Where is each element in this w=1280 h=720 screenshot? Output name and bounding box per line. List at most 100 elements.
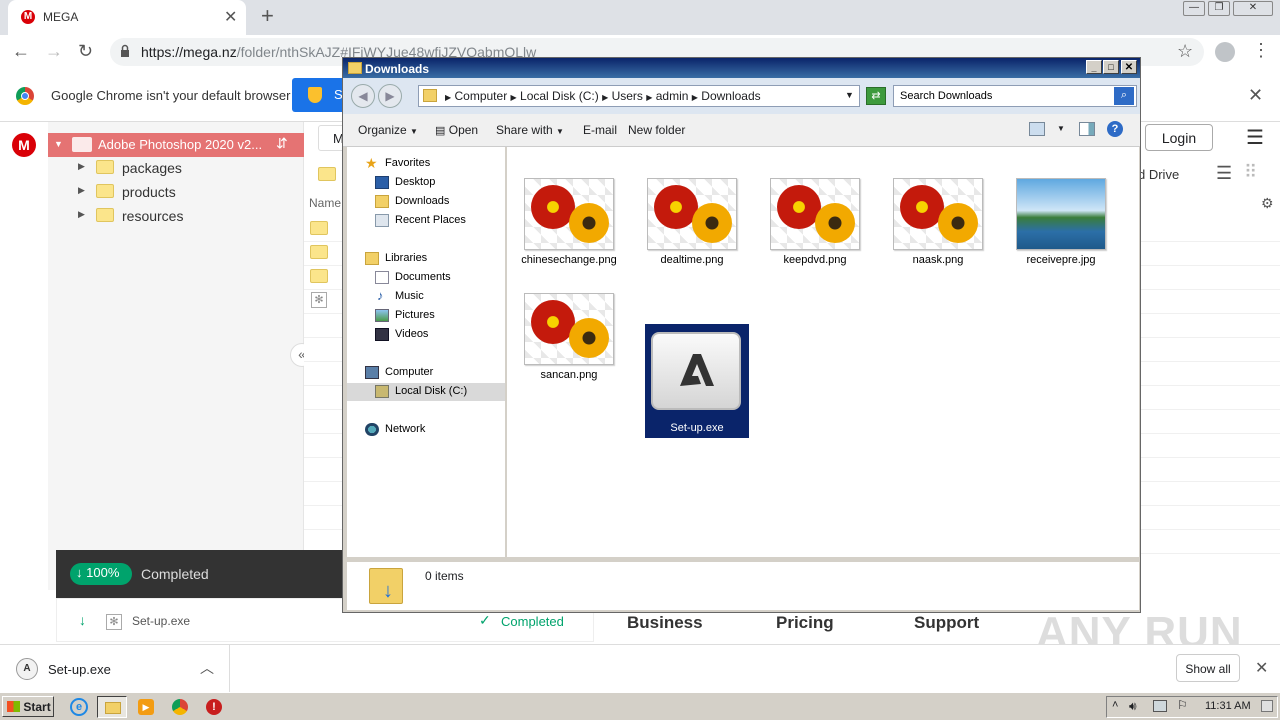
- clock[interactable]: 11:31 AM: [1205, 700, 1251, 712]
- media-player-icon[interactable]: ▶: [138, 699, 154, 715]
- expand-icon[interactable]: ▶: [78, 161, 85, 172]
- nav-desktop[interactable]: Desktop: [347, 174, 505, 192]
- file-item[interactable]: chinesechange.png: [517, 172, 621, 286]
- file-item[interactable]: sancan.png: [517, 287, 621, 401]
- close-window-icon[interactable]: ✕: [1233, 1, 1273, 16]
- transfer-panel-header[interactable]: ↓ 100% Completed: [56, 550, 344, 598]
- transfer-file-name: Set-up.exe: [132, 614, 191, 628]
- view-options-icon[interactable]: [1029, 122, 1045, 136]
- tab-close-icon[interactable]: ✕: [224, 7, 237, 27]
- search-icon[interactable]: ⌕: [1114, 87, 1134, 105]
- breadcrumb-item[interactable]: Local Disk (C:): [520, 89, 599, 103]
- file-item[interactable]: naask.png: [886, 172, 990, 286]
- nav-documents[interactable]: Documents: [347, 269, 505, 287]
- nav-computer[interactable]: Computer: [347, 364, 505, 382]
- ex-maximize-icon[interactable]: □: [1103, 60, 1119, 74]
- file-item[interactable]: keepdvd.png: [763, 172, 867, 286]
- expand-icon[interactable]: ▶: [78, 185, 85, 196]
- sort-icon[interactable]: ⇵: [276, 135, 288, 152]
- browser-tab[interactable]: M MEGA ✕: [8, 0, 246, 35]
- footer-link-support[interactable]: Support: [914, 613, 979, 633]
- nav-downloads[interactable]: Downloads: [347, 193, 505, 211]
- tray-expand-icon[interactable]: ˄: [1112, 699, 1118, 711]
- nav-videos[interactable]: Videos: [347, 326, 505, 344]
- file-item-selected[interactable]: Set-up.exe: [645, 324, 749, 438]
- expand-icon[interactable]: ▶: [78, 209, 85, 220]
- footer-link-business[interactable]: Business: [627, 613, 703, 633]
- breadcrumb-item[interactable]: Downloads: [701, 89, 760, 103]
- breadcrumb-item[interactable]: admin: [656, 89, 689, 103]
- network-tray-icon[interactable]: [1153, 700, 1167, 712]
- explorer-taskbar-button[interactable]: [97, 696, 127, 718]
- email-button[interactable]: E-mail: [583, 123, 617, 137]
- hamburger-menu-icon[interactable]: ☰: [1246, 125, 1264, 150]
- settings-gear-icon[interactable]: ⚙: [1261, 195, 1274, 212]
- bookmark-star-icon[interactable]: ☆: [1177, 41, 1193, 62]
- ex-back-icon[interactable]: ◀: [351, 84, 375, 108]
- new-tab-icon[interactable]: +: [261, 3, 274, 29]
- chevron-down-icon: ▼: [410, 127, 418, 136]
- address-dropdown-icon[interactable]: ▼: [845, 90, 854, 100]
- volume-icon[interactable]: 🔊︎: [1129, 699, 1137, 714]
- nav-music[interactable]: ♪ Music: [347, 288, 505, 306]
- file-item[interactable]: dealtime.png: [640, 172, 744, 286]
- column-name[interactable]: Name: [309, 196, 341, 210]
- infobar-close-icon[interactable]: ✕: [1248, 85, 1263, 106]
- breadcrumb-item[interactable]: Users: [612, 89, 643, 103]
- breadcrumb-item[interactable]: Computer: [455, 89, 508, 103]
- ex-close-icon[interactable]: ✕: [1121, 60, 1137, 74]
- desktop-icon: [375, 176, 389, 189]
- crumb-arrow-icon: ▶: [691, 93, 698, 102]
- flower-thumbnail: [647, 178, 737, 250]
- refresh-icon[interactable]: ⇄: [866, 87, 886, 105]
- open-button[interactable]: ▤ Open: [435, 123, 478, 137]
- minimize-icon[interactable]: —: [1183, 1, 1205, 16]
- flower-thumbnail: [770, 178, 860, 250]
- list-view-icon[interactable]: ☰: [1216, 163, 1232, 184]
- chrome-taskbar-icon[interactable]: [172, 699, 188, 715]
- tree-item-packages[interactable]: ▶ packages: [48, 158, 304, 180]
- grid-view-icon[interactable]: ⠿: [1244, 162, 1257, 183]
- ex-minimize-icon[interactable]: _: [1086, 60, 1102, 74]
- profile-avatar[interactable]: [1215, 42, 1235, 62]
- nav-favorites[interactable]: ★ Favorites: [347, 155, 505, 173]
- ex-forward-icon[interactable]: ▶: [378, 84, 402, 108]
- stop-sign-icon[interactable]: !: [206, 699, 222, 715]
- show-all-label: Show all: [1185, 662, 1231, 676]
- collapse-icon[interactable]: ▼: [54, 139, 63, 149]
- breadcrumb[interactable]: ▶ Computer ▶ Local Disk (C:) ▶ Users ▶ a…: [418, 85, 860, 107]
- help-icon[interactable]: ?: [1107, 121, 1123, 137]
- tree-item-products[interactable]: ▶ products: [48, 182, 304, 204]
- start-button[interactable]: Start: [2, 696, 54, 717]
- footer-link-pricing[interactable]: Pricing: [776, 613, 834, 633]
- view-dropdown-icon[interactable]: ▼: [1057, 124, 1065, 133]
- preview-pane-icon[interactable]: [1079, 122, 1095, 136]
- organize-button[interactable]: Organize ▼: [358, 123, 418, 137]
- show-desktop-icon[interactable]: [1261, 700, 1273, 712]
- login-button[interactable]: Login: [1145, 124, 1213, 151]
- tree-item-resources[interactable]: ▶ resources: [48, 206, 304, 228]
- explorer-titlebar[interactable]: Downloads _ □ ✕: [343, 58, 1140, 78]
- tree-root-folder[interactable]: ▼ Adobe Photoshop 2020 v2... ⇵: [48, 133, 304, 157]
- file-item[interactable]: receivepre.jpg: [1009, 172, 1113, 286]
- nav-recent-places[interactable]: Recent Places: [347, 212, 505, 230]
- nav-local-disk[interactable]: Local Disk (C:): [347, 383, 505, 401]
- shelf-close-icon[interactable]: ✕: [1255, 658, 1268, 678]
- show-all-button[interactable]: Show all: [1176, 654, 1240, 682]
- nav-network[interactable]: Network: [347, 421, 505, 439]
- chevron-up-icon[interactable]: ︿: [200, 658, 214, 678]
- share-with-button[interactable]: Share with ▼: [496, 123, 564, 137]
- forward-icon[interactable]: →: [45, 41, 63, 62]
- nav-libraries[interactable]: Libraries: [347, 250, 505, 268]
- back-icon[interactable]: ←: [12, 41, 30, 62]
- restore-icon[interactable]: ❐: [1208, 1, 1230, 16]
- chrome-menu-icon[interactable]: ⋮: [1252, 40, 1270, 61]
- flag-icon[interactable]: ⚐: [1177, 698, 1188, 712]
- mega-logo-icon[interactable]: M: [12, 133, 36, 157]
- new-folder-button[interactable]: New folder: [628, 123, 685, 137]
- ie-icon[interactable]: e: [70, 698, 88, 716]
- search-downloads-input[interactable]: Search Downloads ⌕: [893, 85, 1137, 107]
- download-item[interactable]: A Set-up.exe ︿: [0, 645, 230, 692]
- reload-icon[interactable]: ↻: [78, 41, 93, 62]
- nav-pictures[interactable]: Pictures: [347, 307, 505, 325]
